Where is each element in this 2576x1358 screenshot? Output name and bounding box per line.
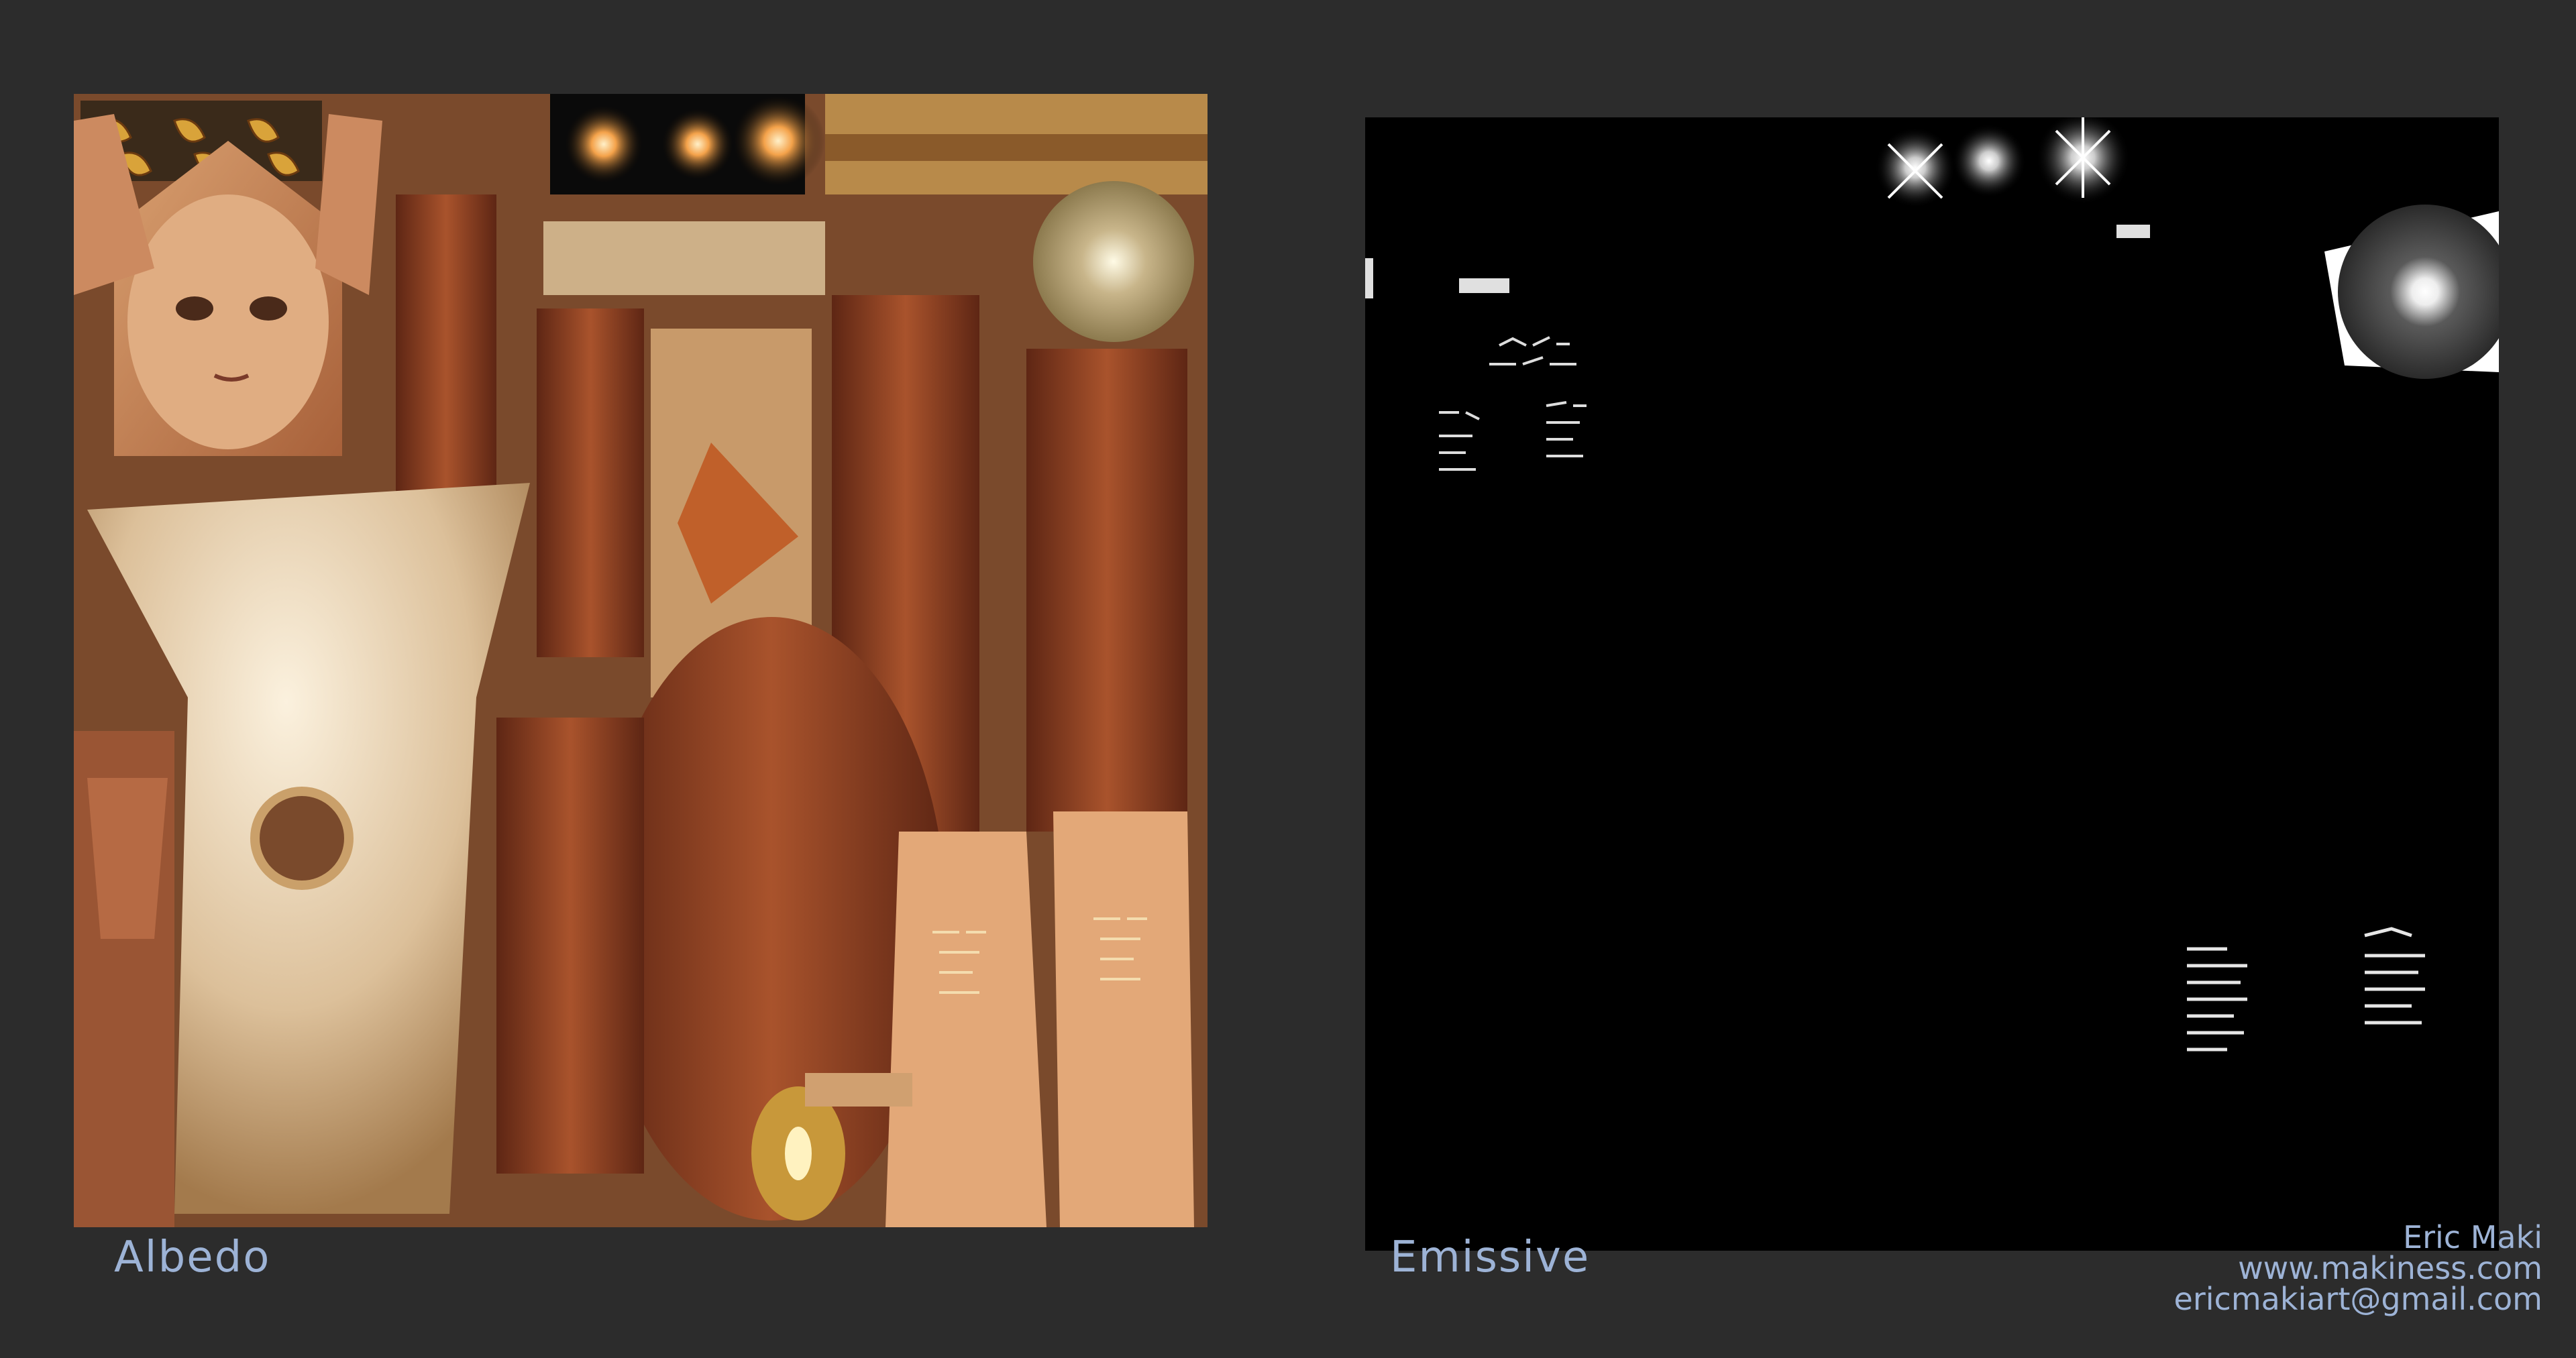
albedo-texture bbox=[74, 94, 1208, 1227]
emissive-label: Emissive bbox=[1390, 1233, 1591, 1282]
albedo-texture-art bbox=[74, 94, 1208, 1227]
albedo-label: Albedo bbox=[114, 1233, 271, 1282]
emissive-texture bbox=[1365, 117, 2499, 1251]
texture-sheet: Albedo Emissive Eric Maki www.makiness.c… bbox=[0, 0, 2576, 1358]
emissive-texture-art bbox=[1365, 117, 2499, 1251]
artist-email[interactable]: ericmakiart@gmail.com bbox=[2174, 1284, 2542, 1314]
artist-website[interactable]: www.makiness.com bbox=[2174, 1253, 2542, 1284]
artist-name: Eric Maki bbox=[2403, 1219, 2542, 1255]
artist-credits: Eric Maki www.makiness.com ericmakiart@g… bbox=[2174, 1222, 2542, 1314]
